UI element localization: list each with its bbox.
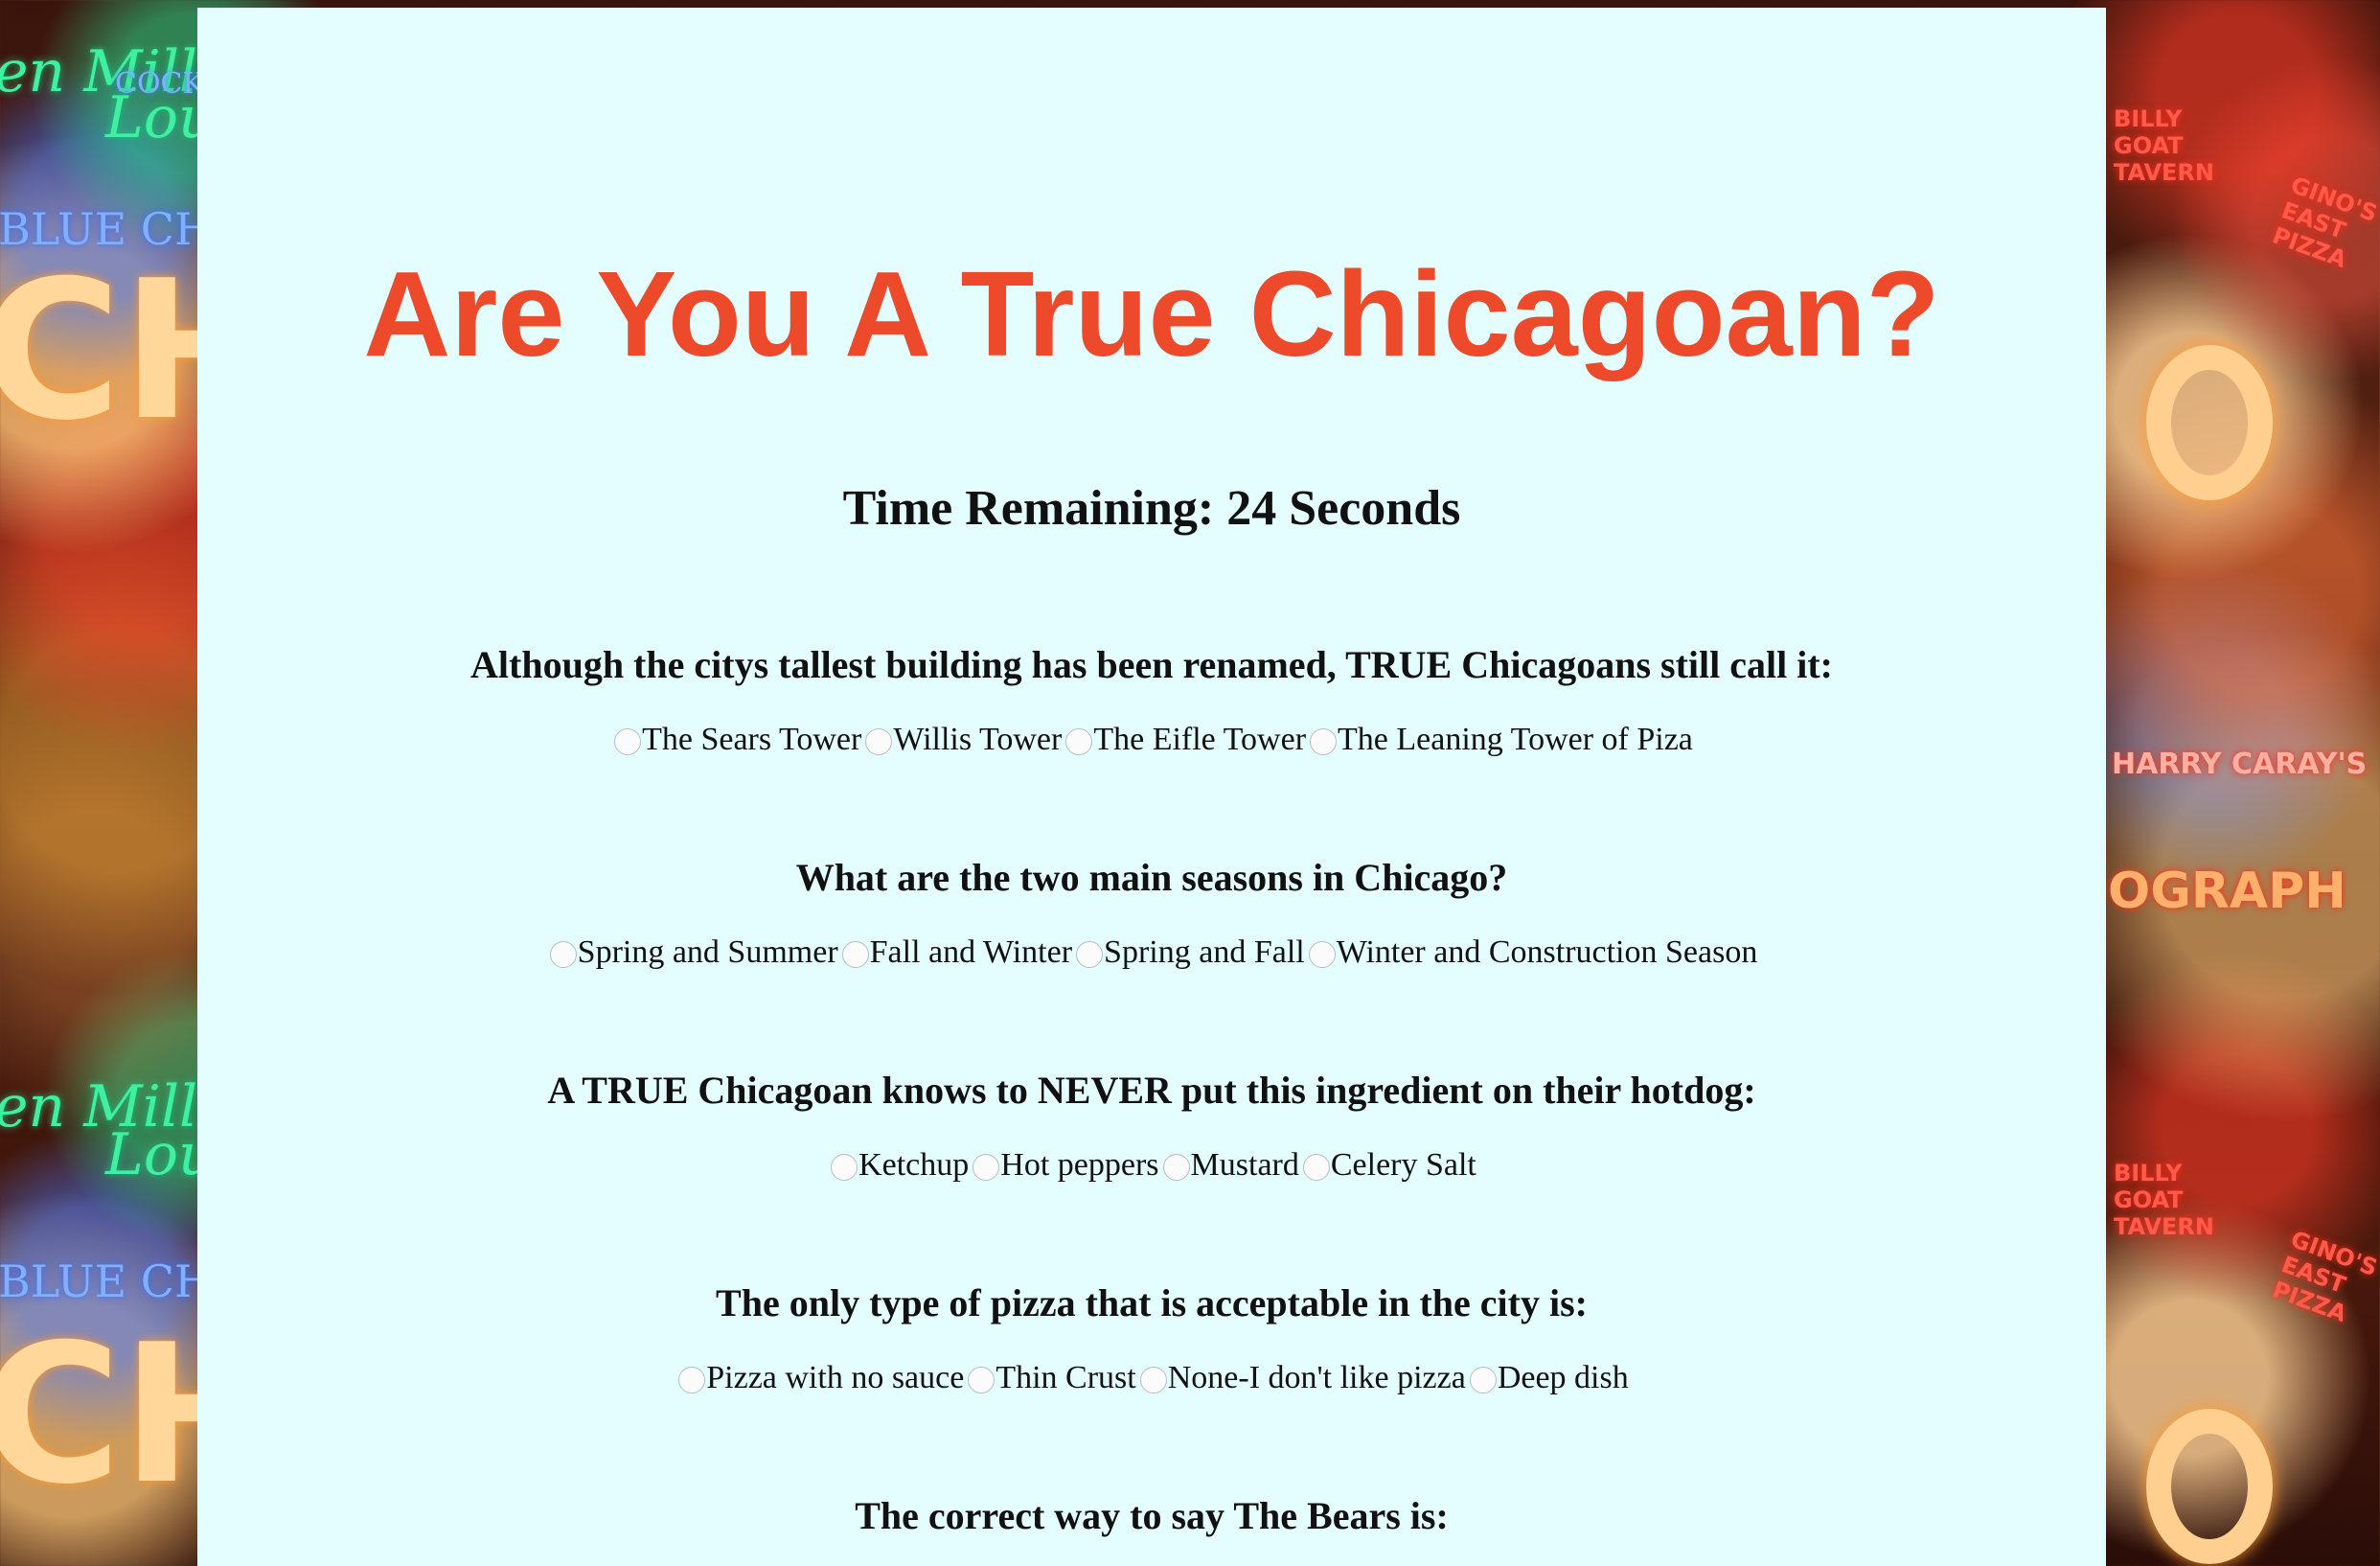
answer-options: Ketchup Hot peppers Mustard Celery Salt	[197, 1144, 2106, 1190]
answer-label: Spring and Fall	[1104, 934, 1305, 970]
radio-button[interactable]	[1310, 728, 1338, 755]
answer-option[interactable]: Pizza with no sauce	[675, 1357, 964, 1399]
radio-button[interactable]	[1139, 1367, 1167, 1393]
answer-label: Thin Crust	[995, 1360, 1136, 1395]
answer-label: Mustard	[1190, 1147, 1299, 1183]
radio-button[interactable]	[865, 728, 893, 755]
answer-label: Willis Tower	[893, 722, 1063, 757]
question-block: What are the two main seasons in Chicago…	[197, 851, 2106, 978]
question-block: The correct way to say The Bears is:	[197, 1489, 2106, 1543]
radio-button[interactable]	[1302, 1154, 1330, 1181]
answer-option[interactable]: Fall and Winter	[838, 932, 1072, 974]
answer-option[interactable]: Spring and Summer	[546, 932, 838, 974]
radio-button[interactable]	[831, 1154, 858, 1181]
page-title: Are You A True Chicagoan?	[363, 246, 1940, 381]
neon-sign: GINO'S EAST PIZZA	[2269, 171, 2380, 274]
radio-button[interactable]	[1076, 941, 1104, 968]
answer-label: Deep dish	[1497, 1360, 1629, 1395]
answer-option[interactable]: None-I don't like pizza	[1136, 1357, 1466, 1399]
answer-option[interactable]: Ketchup	[827, 1144, 969, 1186]
radio-button[interactable]	[973, 1154, 1000, 1181]
radio-button[interactable]	[614, 728, 642, 755]
answer-option[interactable]: The Eifle Tower	[1062, 719, 1306, 761]
answer-option[interactable]: Winter and Construction Season	[1305, 932, 1758, 974]
radio-button[interactable]	[1469, 1367, 1497, 1393]
answer-option[interactable]: The Leaning Tower of Piza	[1306, 719, 1693, 761]
answer-option[interactable]: Willis Tower	[861, 719, 1062, 761]
radio-button[interactable]	[1308, 941, 1336, 968]
neon-marquee-o	[2146, 345, 2273, 500]
question-block: A TRUE Chicagoan knows to NEVER put this…	[197, 1064, 2106, 1190]
radio-button[interactable]	[1162, 1154, 1190, 1181]
answer-label: Winter and Construction Season	[1336, 934, 1758, 970]
answer-options: Pizza with no sauce Thin Crust None-I don'…	[197, 1357, 2106, 1403]
answer-label: The Eifle Tower	[1093, 722, 1307, 757]
question-block: Although the citys tallest building has …	[197, 638, 2106, 765]
answer-label: Pizza with no sauce	[706, 1360, 965, 1395]
question-text: What are the two main seasons in Chicago…	[795, 856, 1508, 899]
radio-button[interactable]	[841, 941, 869, 968]
radio-button[interactable]	[549, 941, 577, 968]
question-list: Although the citys tallest building has …	[197, 638, 2106, 1543]
answer-label: The Sears Tower	[642, 722, 862, 757]
answer-options: The Sears Tower Willis Tower The Eifle Tow…	[197, 719, 2106, 765]
answer-label: Ketchup	[858, 1147, 970, 1183]
radio-button[interactable]	[678, 1367, 706, 1393]
question-block: The only type of pizza that is acceptabl…	[197, 1277, 2106, 1403]
answer-option[interactable]: Celery Salt	[1299, 1144, 1476, 1186]
answer-label: Celery Salt	[1330, 1147, 1476, 1183]
neon-sign: HARRY CARAY'S	[2112, 748, 2368, 781]
radio-button[interactable]	[968, 1367, 995, 1393]
question-text: The correct way to say The Bears is:	[855, 1494, 1449, 1537]
answer-label: The Leaning Tower of Piza	[1338, 722, 1693, 757]
question-text: Although the citys tallest building has …	[470, 643, 1833, 686]
answer-label: Fall and Winter	[869, 934, 1073, 970]
neon-sign: BILLY GOAT TAVERN	[2114, 1160, 2214, 1240]
neon-sign: BILLY GOAT TAVERN	[2114, 105, 2214, 186]
answer-option[interactable]: Deep dish	[1466, 1357, 1629, 1399]
neon-sign: GINO'S EAST PIZZA	[2269, 1225, 2380, 1328]
answer-option[interactable]: The Sears Tower	[610, 719, 861, 761]
neon-marquee-o	[2146, 1409, 2273, 1564]
radio-button[interactable]	[1065, 728, 1093, 755]
answer-label: Spring and Summer	[577, 934, 838, 970]
answer-option[interactable]: Thin Crust	[964, 1357, 1136, 1399]
neon-sign: OGRAPH	[2108, 863, 2346, 920]
answer-option[interactable]: Mustard	[1159, 1144, 1299, 1186]
answer-options: Spring and Summer Fall and Winter Spring a…	[197, 932, 2106, 978]
question-text: A TRUE Chicagoan knows to NEVER put this…	[547, 1069, 1756, 1112]
answer-option[interactable]: Spring and Fall	[1072, 932, 1305, 974]
question-text: The only type of pizza that is acceptabl…	[716, 1281, 1588, 1324]
time-remaining: Time Remaining: 24 Seconds	[842, 481, 1461, 536]
answer-option[interactable]: Hot peppers	[969, 1144, 1159, 1186]
answer-label: Hot peppers	[1000, 1147, 1159, 1183]
answer-label: None-I don't like pizza	[1167, 1360, 1466, 1395]
quiz-panel: Are You A True Chicagoan? Time Remaining…	[197, 8, 2106, 1566]
